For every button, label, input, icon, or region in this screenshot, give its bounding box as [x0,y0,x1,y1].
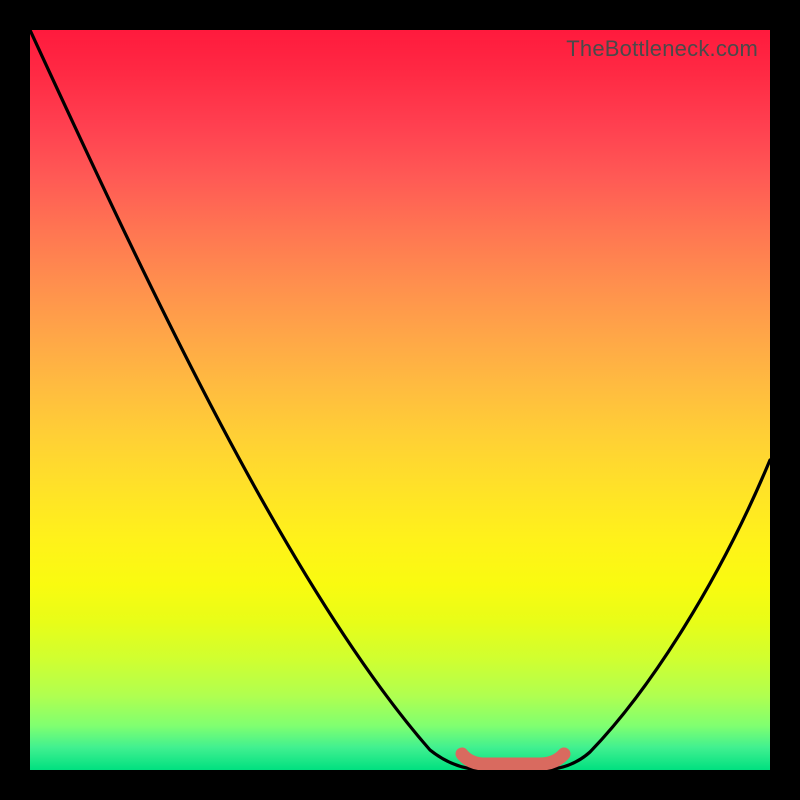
chart-container: TheBottleneck.com [0,0,800,800]
plot-area: TheBottleneck.com [30,30,770,770]
optimal-range-marker [462,754,564,764]
bottleneck-curve [30,30,770,770]
chart-svg [30,30,770,770]
